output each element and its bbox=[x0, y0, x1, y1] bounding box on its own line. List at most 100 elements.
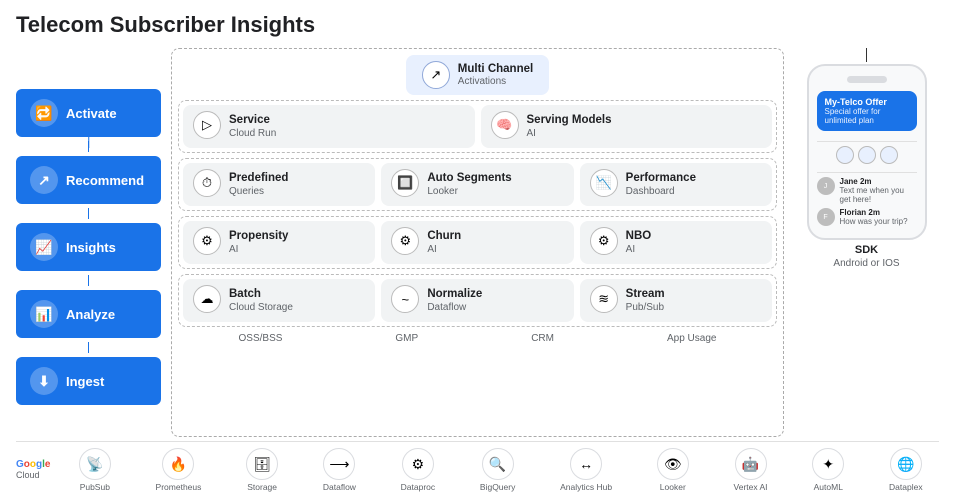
perf-title: Performance bbox=[626, 172, 696, 186]
phone-msg-text-jane: Text me when you get here! bbox=[840, 186, 917, 204]
phone-circle-2 bbox=[858, 146, 876, 164]
bottom-icon-vertexai[interactable]: 🤖 Vertex AI bbox=[734, 448, 768, 492]
activate-icon: 🔁 bbox=[30, 99, 58, 127]
ingest-icon: ⬇ bbox=[30, 367, 58, 395]
recommend-icon: ↗ bbox=[30, 166, 58, 194]
prometheus-label: Prometheus bbox=[156, 482, 202, 492]
diagram-row-1: ▷ Service Cloud Run 🧠 Serving Models AI bbox=[178, 100, 777, 153]
phone-msg-content-florian: Florian 2m How was your trip? bbox=[840, 208, 917, 226]
sidebar-btn-recommend-label: Recommend bbox=[66, 173, 144, 188]
bottom-icon-automl[interactable]: ✦ AutoML bbox=[812, 448, 844, 492]
phone-msg-jane: J Jane 2m Text me when you get here! bbox=[817, 177, 917, 204]
phone-msg-content-jane: Jane 2m Text me when you get here! bbox=[840, 177, 917, 204]
phone-avatar-florian: F bbox=[817, 208, 835, 226]
phone-circles bbox=[836, 146, 898, 164]
batch-sub: Cloud Storage bbox=[229, 302, 293, 313]
label-gmp: GMP bbox=[395, 333, 418, 344]
dataflow-icon: ⟶ bbox=[323, 448, 355, 480]
normalize-sub: Dataflow bbox=[427, 302, 482, 313]
bottom-icon-analyticshub[interactable]: ↔ Analytics Hub bbox=[560, 448, 612, 492]
analyze-icon: 📊 bbox=[30, 300, 58, 328]
storage-label: Storage bbox=[247, 482, 277, 492]
batch-title: Batch bbox=[229, 288, 293, 302]
bottom-icon-looker[interactable]: 👁 Looker bbox=[657, 448, 689, 492]
analyticshub-icon: ↔ bbox=[570, 448, 602, 480]
sidebar-btn-analyze[interactable]: 📊 Analyze bbox=[16, 290, 161, 338]
multi-channel-cell: ↗ Multi Channel Activations bbox=[406, 55, 549, 95]
phone: My-Telco Offer Special offer for unlimit… bbox=[807, 64, 927, 240]
dataproc-icon: ⚙ bbox=[402, 448, 434, 480]
page: Telecom Subscriber Insights 🔁 Activate ↗… bbox=[0, 0, 955, 500]
main-content: 🔁 Activate ↗ Recommend 📈 Insights bbox=[16, 48, 939, 437]
phone-mockup: My-Telco Offer Special offer for unlimit… bbox=[794, 48, 939, 437]
bottom-icon-bigquery[interactable]: 🔍 BigQuery bbox=[480, 448, 515, 492]
dataplex-icon: 🌐 bbox=[890, 448, 922, 480]
phone-notch bbox=[847, 76, 887, 83]
stream-title: Stream bbox=[626, 288, 665, 302]
diagram-row-2: ⏱ Predefined Queries 🔲 Auto Segments Loo… bbox=[178, 158, 777, 211]
phone-avatar-jane: J bbox=[817, 177, 835, 195]
diagram-cell-serving: 🧠 Serving Models AI bbox=[481, 105, 773, 148]
phone-divider-1 bbox=[817, 141, 917, 142]
dataplex-label: Dataplex bbox=[889, 482, 923, 492]
bottom-icon-dataproc[interactable]: ⚙ Dataproc bbox=[401, 448, 436, 492]
multi-channel-title: Multi Channel bbox=[458, 63, 533, 77]
multi-channel-sub: Activations bbox=[458, 76, 533, 87]
phone-arrow-line bbox=[866, 48, 868, 62]
diagram-cell-predefined: ⏱ Predefined Queries bbox=[183, 163, 375, 206]
bottom-icon-pubsub[interactable]: 📡 PubSub bbox=[79, 448, 111, 492]
bigquery-icon: 🔍 bbox=[482, 448, 514, 480]
service-title: Service bbox=[229, 114, 276, 128]
label-ossbss: OSS/BSS bbox=[239, 333, 283, 344]
phone-sdk-label: SDK bbox=[855, 244, 878, 256]
multi-channel-icon: ↗ bbox=[422, 61, 450, 89]
diagram-cell-batch: ☁ Batch Cloud Storage bbox=[183, 279, 375, 322]
churn-title: Churn bbox=[427, 230, 461, 244]
diagram-row-0: ↗ Multi Channel Activations bbox=[178, 55, 777, 95]
page-title: Telecom Subscriber Insights bbox=[16, 12, 939, 38]
storage-icon: 🗄 bbox=[246, 448, 278, 480]
diagram-cell-nbo: ⚙ NBO AI bbox=[580, 221, 772, 264]
looker-label: Looker bbox=[660, 482, 686, 492]
label-appusage: App Usage bbox=[667, 333, 716, 344]
sidebar-btn-ingest[interactable]: ⬇ Ingest bbox=[16, 357, 161, 405]
dataflow-label: Dataflow bbox=[323, 482, 356, 492]
pubsub-icon: 📡 bbox=[79, 448, 111, 480]
bigquery-label: BigQuery bbox=[480, 482, 515, 492]
phone-offer: My-Telco Offer Special offer for unlimit… bbox=[817, 91, 917, 131]
predefined-icon: ⏱ bbox=[193, 169, 221, 197]
serving-sub: AI bbox=[527, 128, 612, 139]
bottom-icon-dataplex[interactable]: 🌐 Dataplex bbox=[889, 448, 923, 492]
serving-title: Serving Models bbox=[527, 114, 612, 128]
phone-offer-sub: Special offer for unlimited plan bbox=[825, 107, 909, 125]
service-icon: ▷ bbox=[193, 111, 221, 139]
analyticshub-label: Analytics Hub bbox=[560, 482, 612, 492]
diagram-cell-service: ▷ Service Cloud Run bbox=[183, 105, 475, 148]
bottom-bar: Google Cloud 📡 PubSub 🔥 Prometheus 🗄 Sto… bbox=[16, 441, 939, 492]
diagram-cell-normalize: ~ Normalize Dataflow bbox=[381, 279, 573, 322]
sidebar-btn-insights-label: Insights bbox=[66, 240, 116, 255]
nbo-icon: ⚙ bbox=[590, 227, 618, 255]
phone-offer-title: My-Telco Offer bbox=[825, 97, 909, 107]
serving-icon: 🧠 bbox=[491, 111, 519, 139]
phone-divider-2 bbox=[817, 172, 917, 173]
sidebar-btn-insights[interactable]: 📈 Insights bbox=[16, 223, 161, 271]
propensity-icon: ⚙ bbox=[193, 227, 221, 255]
phone-msg-name-florian: Florian 2m bbox=[840, 208, 917, 217]
diagram-row-4: ☁ Batch Cloud Storage ~ Normalize Datafl… bbox=[178, 274, 777, 327]
sidebar-btn-activate-label: Activate bbox=[66, 106, 117, 121]
perf-icon: 📉 bbox=[590, 169, 618, 197]
diagram-cell-propensity: ⚙ Propensity AI bbox=[183, 221, 375, 264]
bottom-icon-prometheus[interactable]: 🔥 Prometheus bbox=[156, 448, 202, 492]
dataproc-label: Dataproc bbox=[401, 482, 436, 492]
service-sub: Cloud Run bbox=[229, 128, 276, 139]
vertexai-icon: 🤖 bbox=[735, 448, 767, 480]
looker-icon: 👁 bbox=[657, 448, 689, 480]
sidebar-btn-activate[interactable]: 🔁 Activate bbox=[16, 89, 161, 137]
bottom-icon-storage[interactable]: 🗄 Storage bbox=[246, 448, 278, 492]
perf-sub: Dashboard bbox=[626, 186, 696, 197]
autoseg-sub: Looker bbox=[427, 186, 511, 197]
sidebar-btn-recommend[interactable]: ↗ Recommend bbox=[16, 156, 161, 204]
batch-icon: ☁ bbox=[193, 285, 221, 313]
bottom-icon-dataflow[interactable]: ⟶ Dataflow bbox=[323, 448, 356, 492]
